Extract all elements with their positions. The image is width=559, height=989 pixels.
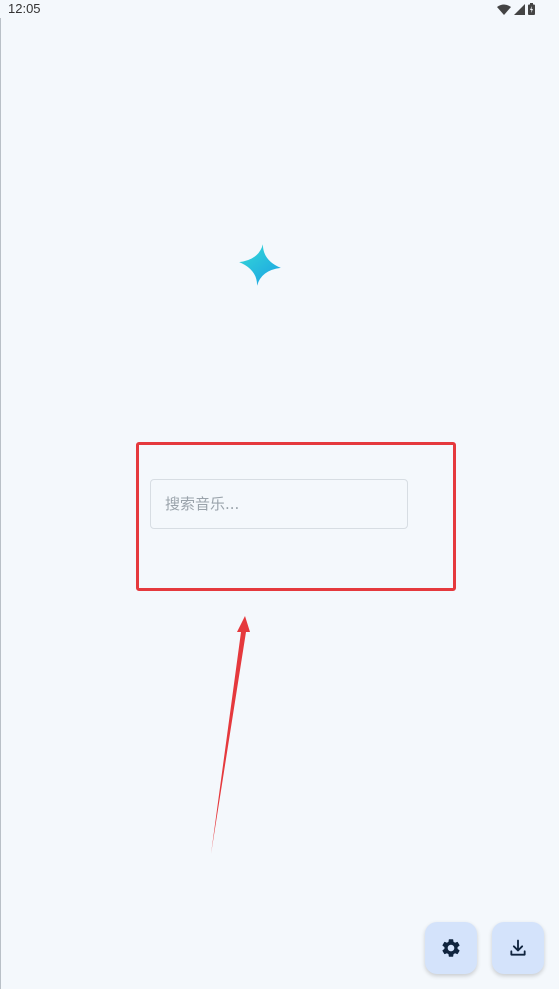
battery-icon — [528, 3, 535, 15]
status-time: 12:05 — [8, 1, 41, 16]
download-icon — [508, 938, 528, 958]
window-edge — [0, 18, 1, 989]
status-icons — [497, 2, 535, 16]
annotation-arrow — [211, 616, 250, 854]
app-screen: 12:05 — [0, 0, 559, 989]
status-bar: 12:05 — [0, 0, 559, 18]
sparkle-star-icon — [238, 243, 282, 287]
search-input[interactable] — [150, 479, 408, 529]
download-button[interactable] — [492, 922, 544, 974]
signal-icon — [514, 3, 525, 15]
settings-button[interactable] — [425, 922, 477, 974]
gear-icon — [440, 937, 462, 959]
wifi-icon — [497, 4, 511, 15]
